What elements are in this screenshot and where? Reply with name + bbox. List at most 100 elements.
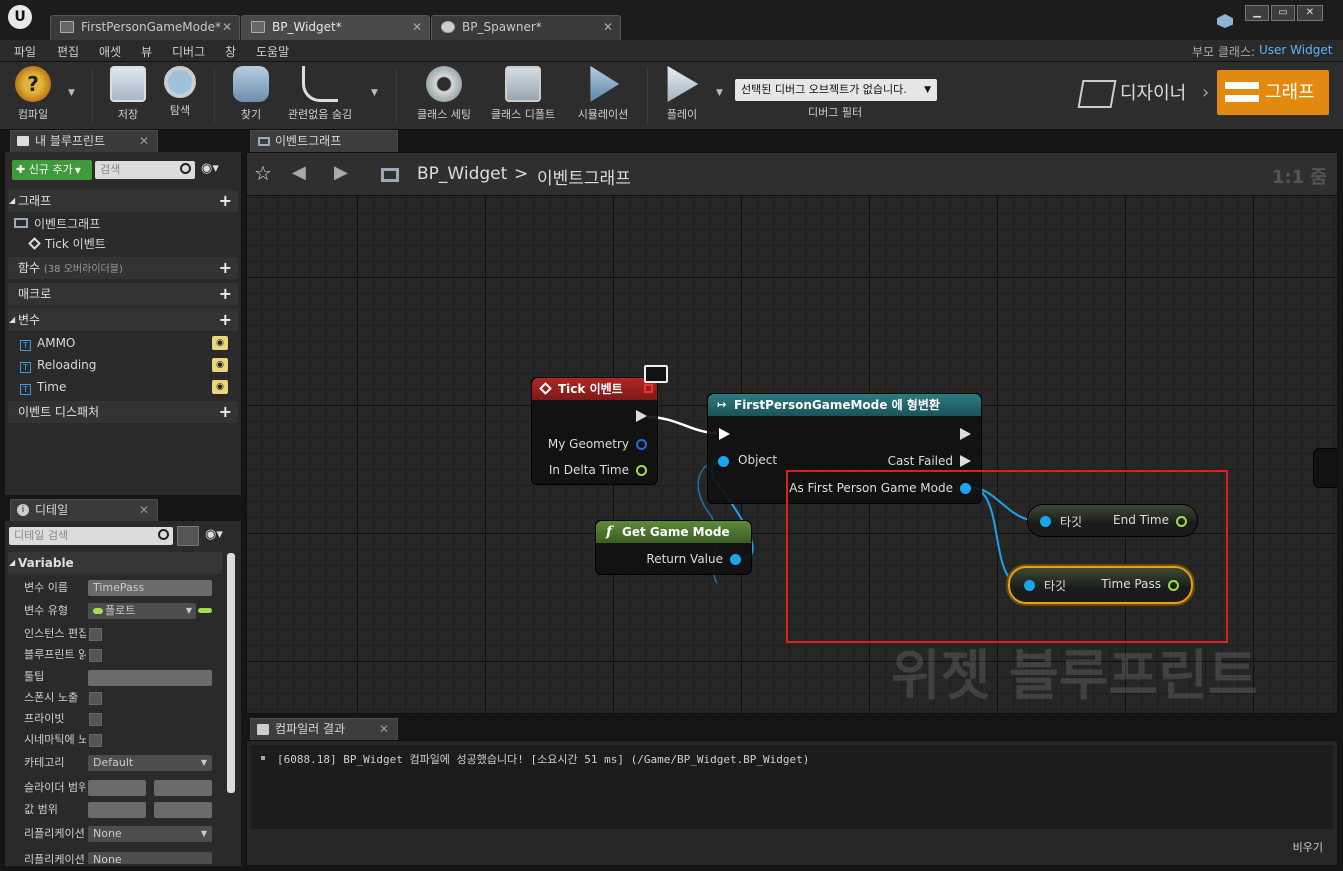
variable-ammo[interactable]: T AMMO ◉ bbox=[20, 333, 236, 353]
class-defaults-button[interactable]: 클래스 디폴트 bbox=[486, 66, 560, 122]
class-settings-button[interactable]: 클래스 세팅 bbox=[412, 66, 476, 122]
in-delta-time-pin[interactable] bbox=[636, 465, 647, 476]
minimize-button[interactable]: ▁ bbox=[1245, 5, 1269, 21]
menu-window[interactable]: 창 bbox=[225, 43, 236, 60]
scrollbar[interactable] bbox=[227, 553, 235, 793]
simulation-button[interactable]: 시뮬레이션 bbox=[572, 66, 634, 122]
menu-view[interactable]: 뷰 bbox=[141, 43, 152, 60]
play-options-dropdown[interactable]: ▼ bbox=[716, 88, 723, 98]
graph-mode-button[interactable]: 그래프 bbox=[1217, 70, 1329, 115]
compile-button[interactable]: ? 컴파일 bbox=[10, 66, 56, 122]
back-arrow-icon[interactable]: ◀ bbox=[292, 162, 306, 183]
variable-reloading[interactable]: T Reloading ◉ bbox=[20, 355, 236, 375]
compiler-results-tab[interactable]: 컴파일러 결과 ✕ bbox=[250, 718, 398, 740]
details-tab[interactable]: i 디테일 ✕ bbox=[10, 499, 158, 521]
container-type-icon[interactable] bbox=[198, 608, 212, 613]
close-icon[interactable]: ✕ bbox=[222, 16, 232, 39]
tab-bp-widget[interactable]: BP_Widget* ✕ bbox=[241, 15, 430, 40]
blueprint-readonly-checkbox[interactable] bbox=[89, 649, 102, 662]
exec-out-pin[interactable] bbox=[636, 410, 647, 422]
tab-bp-spawner[interactable]: BP_Spawner* ✕ bbox=[431, 15, 621, 40]
close-window-button[interactable]: ✕ bbox=[1297, 5, 1323, 21]
replication-condition-select[interactable]: None bbox=[88, 852, 212, 864]
close-icon[interactable]: ✕ bbox=[603, 16, 613, 39]
exec-out-pin[interactable] bbox=[960, 428, 971, 440]
menu-debug[interactable]: 디버그 bbox=[172, 43, 205, 60]
delegate-pin[interactable] bbox=[644, 384, 653, 393]
eye-icon[interactable]: ◉ bbox=[212, 336, 228, 350]
close-icon[interactable]: ✕ bbox=[139, 131, 149, 151]
add-function-icon[interactable]: + bbox=[219, 257, 232, 279]
play-button[interactable]: 플레이 bbox=[660, 66, 704, 122]
add-dispatcher-icon[interactable]: + bbox=[219, 401, 232, 423]
content-icon[interactable] bbox=[1217, 14, 1233, 28]
eye-icon[interactable]: ◉ bbox=[212, 358, 228, 372]
menu-edit[interactable]: 편집 bbox=[57, 43, 79, 60]
category-select[interactable]: Default ▼ bbox=[88, 755, 212, 771]
add-graph-icon[interactable]: + bbox=[219, 190, 232, 212]
private-checkbox[interactable] bbox=[89, 713, 102, 726]
value-range-max[interactable] bbox=[154, 802, 212, 818]
section-variable[interactable]: ◢ Variable bbox=[8, 552, 222, 574]
browse-button[interactable]: 탐색 bbox=[160, 66, 200, 118]
expose-cinematic-checkbox[interactable] bbox=[89, 734, 102, 747]
breadcrumb-root[interactable]: BP_Widget bbox=[417, 164, 507, 184]
add-variable-icon[interactable]: + bbox=[219, 309, 232, 331]
object-pin[interactable] bbox=[718, 456, 729, 467]
details-search-input[interactable]: 디테일 검색 bbox=[9, 527, 173, 545]
value-range-min[interactable] bbox=[88, 802, 146, 818]
event-graph-item[interactable]: 이벤트그래프 bbox=[14, 214, 100, 234]
menu-help[interactable]: 도움말 bbox=[256, 43, 289, 60]
replication-select[interactable]: None ▼ bbox=[88, 826, 212, 842]
instance-editable-checkbox[interactable] bbox=[89, 628, 102, 641]
save-button[interactable]: 저장 bbox=[108, 66, 148, 122]
event-graph-tab[interactable]: 이벤트그래프 bbox=[250, 130, 398, 152]
category-functions[interactable]: 함수 (38 오버라이더블) + bbox=[8, 257, 238, 279]
expose-spawn-checkbox[interactable] bbox=[89, 692, 102, 705]
clear-button[interactable]: 비우기 bbox=[1293, 839, 1323, 855]
category-graphs[interactable]: ◢ 그래프 + bbox=[8, 190, 238, 212]
forward-arrow-icon[interactable]: ▶ bbox=[334, 162, 348, 183]
designer-mode-button[interactable]: 디자이너 bbox=[1076, 74, 1200, 114]
close-icon[interactable]: ✕ bbox=[412, 16, 422, 39]
close-icon[interactable]: ✕ bbox=[139, 500, 149, 520]
graph-canvas[interactable]: 위젯 블루프린트 Tick 이벤트 My Geometry In Delta T… bbox=[246, 152, 1338, 714]
add-new-button[interactable]: ✚ 신규 추가 ▼ bbox=[12, 160, 92, 180]
hide-unrelated-button[interactable]: 관련없음 숨김 bbox=[283, 66, 357, 122]
menu-file[interactable]: 파일 bbox=[14, 43, 36, 60]
slider-range-min[interactable] bbox=[88, 780, 146, 796]
compile-options-dropdown[interactable]: ▼ bbox=[68, 88, 75, 98]
tab-firstpersongamemode[interactable]: FirstPersonGameMode* ✕ bbox=[50, 15, 240, 40]
my-geometry-pin[interactable] bbox=[636, 439, 647, 450]
tooltip-field[interactable] bbox=[88, 670, 212, 686]
debug-object-select[interactable]: 선택된 디버그 오브젝트가 없습니다. ▼ bbox=[735, 79, 937, 101]
category-variables[interactable]: ◢ 변수 + bbox=[8, 309, 238, 331]
return-value-pin[interactable] bbox=[730, 554, 741, 565]
category-macros[interactable]: 매크로 + bbox=[8, 283, 238, 305]
cast-failed-pin[interactable] bbox=[960, 455, 971, 467]
get-game-mode-node[interactable]: f Get Game Mode Return Value bbox=[595, 520, 752, 575]
parent-class-value[interactable]: User Widget bbox=[1259, 43, 1332, 57]
slider-range-max[interactable] bbox=[154, 780, 212, 796]
menu-asset[interactable]: 애셋 bbox=[99, 43, 121, 60]
hide-unrelated-dropdown[interactable]: ▼ bbox=[371, 88, 378, 98]
var-type-select[interactable]: 플로트 ▼ bbox=[88, 603, 196, 619]
blueprint-search-input[interactable]: 검색 bbox=[95, 161, 195, 179]
exec-in-pin[interactable] bbox=[719, 428, 730, 440]
offscreen-node[interactable] bbox=[1313, 448, 1337, 488]
close-icon[interactable]: ✕ bbox=[379, 719, 389, 739]
find-button[interactable]: 찾기 bbox=[228, 66, 274, 122]
maximize-button[interactable]: ▭ bbox=[1271, 5, 1295, 21]
my-blueprint-tab[interactable]: 내 블루프린트 ✕ bbox=[10, 130, 158, 152]
tick-event-node[interactable]: Tick 이벤트 My Geometry In Delta Time bbox=[531, 377, 658, 485]
eye-visibility-icon[interactable]: ◉▾ bbox=[201, 161, 219, 176]
var-name-field[interactable]: TimePass bbox=[88, 580, 212, 596]
eye-icon[interactable]: ◉ bbox=[212, 380, 228, 394]
star-icon[interactable]: ☆ bbox=[254, 161, 272, 185]
eye-visibility-icon[interactable]: ◉▾ bbox=[205, 527, 223, 542]
tick-event-item[interactable]: Tick 이벤트 bbox=[28, 234, 106, 254]
category-event-dispatchers[interactable]: 이벤트 디스패처 + bbox=[8, 401, 238, 423]
breadcrumb-leaf[interactable]: 이벤트그래프 bbox=[537, 164, 631, 189]
grid-view-icon[interactable] bbox=[177, 526, 199, 546]
add-macro-icon[interactable]: + bbox=[219, 283, 232, 305]
